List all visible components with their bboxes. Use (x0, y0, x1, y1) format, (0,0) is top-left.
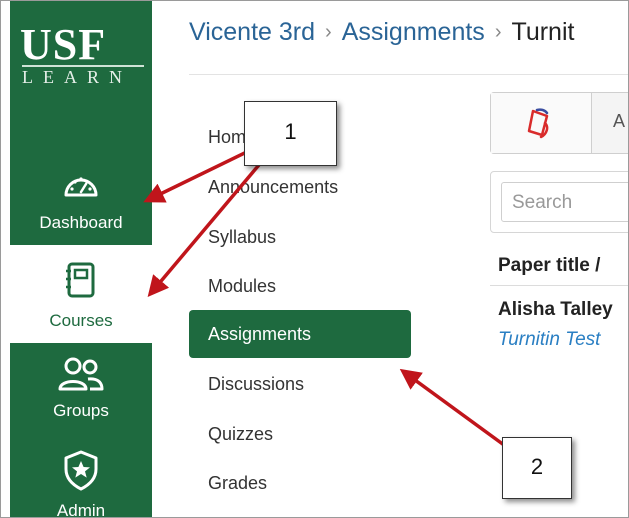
breadcrumb-separator: › (325, 20, 332, 43)
groups-people-icon (57, 355, 105, 398)
course-nav-discussions[interactable]: Discussions (189, 360, 411, 408)
paper-title-link[interactable]: Turnitin Test (498, 329, 600, 351)
search-panel (490, 171, 628, 233)
search-input[interactable] (502, 183, 628, 223)
courses-book-icon (63, 261, 99, 306)
course-nav-syllabus[interactable]: Syllabus (189, 213, 411, 261)
global-nav-dashboard-label: Dashboard (39, 213, 123, 232)
breadcrumb-separator: › (494, 20, 502, 43)
logo-usf-text: USF (20, 20, 107, 69)
global-nav-courses-label: Courses (49, 311, 113, 330)
paper-title-column-header[interactable]: Paper title / (498, 255, 600, 277)
callout-2: 2 (502, 437, 572, 499)
screenshot-frame: USF LEARN Dashboard Courses Groups Admin… (0, 0, 629, 518)
global-nav-groups[interactable]: Groups (10, 343, 152, 435)
global-nav-groups-label: Groups (53, 401, 109, 420)
logo-learn-text: LEARN (22, 67, 132, 87)
callout-1: 1 (244, 101, 337, 166)
global-nav-courses[interactable]: Courses (10, 245, 152, 343)
arrow-2-to-assignments (399, 368, 506, 447)
breadcrumb-course-link[interactable]: Vicente 3rd (189, 18, 315, 47)
course-nav-grades[interactable]: Grades (189, 459, 411, 507)
turnitin-logo-icon (523, 107, 559, 146)
usf-learn-logo[interactable]: USF LEARN (10, 1, 152, 99)
global-nav-admin[interactable]: Admin (10, 435, 152, 518)
turnitin-tab-bar[interactable]: A (490, 92, 628, 154)
table-divider (490, 285, 628, 286)
breadcrumb-current-page: Turnit (511, 17, 575, 46)
global-nav-dashboard[interactable]: Dashboard (10, 161, 152, 245)
course-nav-modules[interactable]: Modules (189, 262, 411, 310)
course-nav-announcements[interactable]: Announcements (189, 163, 411, 211)
global-nav-admin-label: Admin (56, 501, 106, 518)
header-divider (189, 74, 628, 75)
admin-shield-star-icon (61, 449, 101, 496)
breadcrumb-assignments-link[interactable]: Assignments (342, 18, 485, 47)
breadcrumb: Vicente 3rd › Assignments › Turnit (189, 17, 574, 53)
turnitin-tab-icon-cell[interactable] (491, 93, 592, 153)
turnitin-tab-label: A (613, 111, 626, 131)
search-field-wrapper (501, 182, 628, 223)
course-nav-assignments[interactable]: Assignments (189, 310, 411, 358)
dashboard-gauge-icon (61, 169, 101, 210)
student-name: Alisha Talley (498, 299, 613, 320)
global-navigation: USF LEARN Dashboard Courses Groups Admin (10, 1, 152, 518)
course-nav-quizzes[interactable]: Quizzes (189, 410, 411, 458)
